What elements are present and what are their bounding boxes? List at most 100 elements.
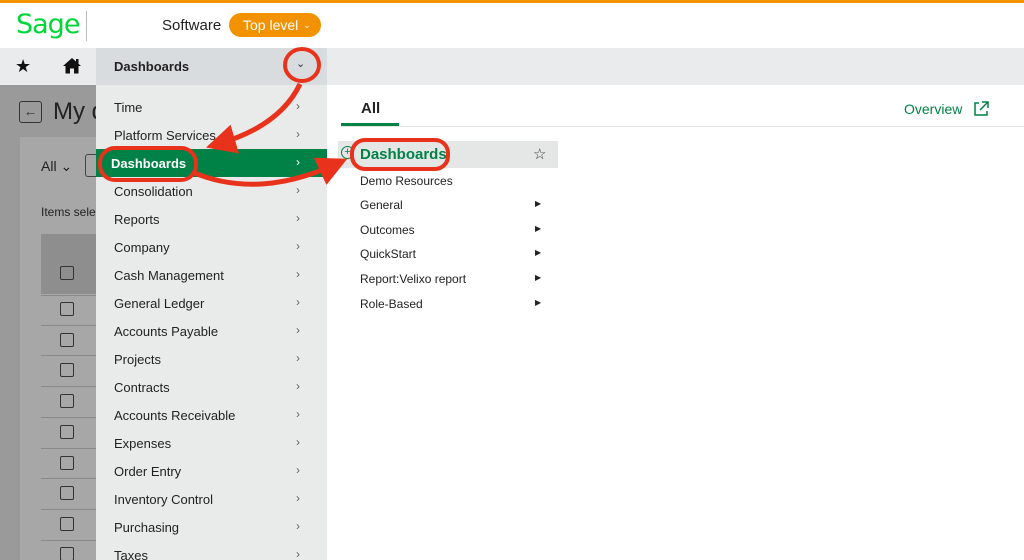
menu-item-accounts-receivable[interactable]: Accounts Receivable ›	[96, 401, 327, 429]
caret-right-icon: ▶	[535, 248, 542, 257]
chevron-right-icon: ›	[296, 127, 300, 141]
background-row-divider	[41, 417, 97, 418]
submenu-item-general[interactable]: General ▶	[360, 196, 555, 216]
menu-item-purchasing[interactable]: Purchasing ›	[96, 513, 327, 541]
back-arrow-icon: ←	[19, 101, 42, 123]
submenu-item-outcomes[interactable]: Outcomes ▶	[360, 221, 555, 241]
background-checkbox	[60, 547, 74, 560]
chevron-right-icon: ›	[296, 351, 300, 365]
menu-item-expenses[interactable]: Expenses ›	[96, 429, 327, 457]
caret-right-icon: ▶	[535, 298, 542, 307]
menu-item-label: Order Entry	[114, 464, 182, 479]
menu-item-label: Taxes	[114, 548, 148, 560]
sage-logo[interactable]: Sage	[16, 9, 80, 40]
chevron-right-icon: ›	[296, 99, 300, 113]
menu-item-label: Company	[114, 240, 170, 255]
menu-item-label: Accounts Receivable	[114, 408, 236, 423]
menu-item-consolidation[interactable]: Consolidation ›	[96, 177, 327, 205]
background-row-divider	[41, 478, 97, 479]
chevron-right-icon: ›	[296, 155, 300, 169]
menu-item-label: Dashboards	[111, 156, 187, 171]
star-outline-icon[interactable]: ☆	[533, 145, 546, 163]
caret-right-icon: ▶	[535, 224, 542, 233]
menu-item-inventory-control[interactable]: Inventory Control ›	[96, 485, 327, 513]
submenu-item-label: Report:Velixo report	[360, 272, 467, 286]
chevron-right-icon: ›	[296, 267, 300, 281]
chevron-right-icon: ›	[296, 435, 300, 449]
submenu-item-label: QuickStart	[360, 247, 417, 261]
chevron-right-icon: ›	[296, 323, 300, 337]
overview-link[interactable]: Overview	[904, 101, 962, 117]
menu-item-platform-services[interactable]: Platform Services ›	[96, 121, 327, 149]
chevron-right-icon: ›	[296, 519, 300, 533]
menu-item-label: Platform Services	[114, 128, 216, 143]
menu-item-label: Reports	[114, 212, 160, 227]
background-row-divider	[41, 355, 97, 356]
menu-item-label: Purchasing	[114, 520, 180, 535]
menu-item-contracts[interactable]: Contracts ›	[96, 373, 327, 401]
menu-item-label: Projects	[114, 352, 161, 367]
menu-item-company[interactable]: Company ›	[96, 233, 327, 261]
dashboards-menu-trigger[interactable]: Dashboards ⌄	[96, 48, 327, 85]
background-row-divider	[41, 386, 97, 387]
application-menu: Time › Platform Services › Dashboards › Con…	[96, 85, 327, 560]
submenu-item-role-based[interactable]: Role-Based ▶	[360, 295, 555, 315]
background-filter: All ⌄	[41, 158, 72, 175]
menu-item-label: General Ledger	[114, 296, 205, 311]
main-navbar: ★ Dashboards ⌄	[0, 48, 1024, 85]
background-filter-label: All	[41, 158, 57, 174]
menu-item-label: Expenses	[114, 436, 172, 451]
chevron-down-icon[interactable]: ⌄	[296, 57, 305, 70]
chevron-right-icon: ›	[296, 407, 300, 421]
background-row-divider	[41, 540, 97, 541]
menu-item-time[interactable]: Time ›	[96, 93, 327, 121]
menu-item-label: Time	[114, 100, 143, 115]
background-checkbox	[60, 456, 74, 470]
menu-item-taxes[interactable]: Taxes ›	[96, 541, 327, 560]
chevron-right-icon: ›	[296, 547, 300, 560]
tab-divider	[341, 126, 1024, 127]
submenu-heading-dashboards[interactable]: Dashboards	[360, 146, 447, 163]
menu-item-accounts-payable[interactable]: Accounts Payable ›	[96, 317, 327, 345]
submenu-item-report-velixo[interactable]: Report:Velixo report ▶	[360, 270, 555, 290]
background-checkbox	[60, 486, 74, 500]
chevron-right-icon: ›	[296, 379, 300, 393]
menu-item-cash-management[interactable]: Cash Management ›	[96, 261, 327, 289]
submenu-item-label: Outcomes	[360, 223, 415, 237]
chevron-down-icon: ⌄	[303, 20, 311, 30]
menu-item-label: Accounts Payable	[114, 324, 219, 339]
caret-right-icon: ▶	[535, 273, 542, 282]
caret-right-icon: ▶	[535, 199, 542, 208]
chevron-right-icon: ›	[296, 211, 300, 225]
chevron-down-icon: ⌄	[60, 158, 73, 174]
external-link-icon[interactable]	[972, 100, 990, 118]
entity-level-dropdown[interactable]: Top level ⌄	[229, 13, 321, 37]
menu-item-projects[interactable]: Projects ›	[96, 345, 327, 373]
tab-all[interactable]: All	[361, 100, 380, 117]
background-row-divider	[41, 295, 97, 296]
chevron-right-icon: ›	[296, 239, 300, 253]
star-icon[interactable]: ★	[15, 56, 31, 77]
submenu-item-quickstart[interactable]: QuickStart ▶	[360, 245, 555, 265]
background-checkbox	[60, 333, 74, 347]
menu-item-label: Inventory Control	[114, 492, 213, 507]
background-checkbox	[60, 302, 74, 316]
chevron-right-icon: ›	[296, 491, 300, 505]
company-name: Software	[162, 17, 222, 34]
background-table-header	[41, 234, 97, 294]
submenu-item-label: General	[360, 198, 403, 212]
submenu-item-label: Role-Based	[360, 297, 423, 311]
background-items-selected: Items sele	[41, 205, 96, 219]
menu-item-reports[interactable]: Reports ›	[96, 205, 327, 233]
plus-circle-icon[interactable]: +	[341, 146, 354, 159]
menu-item-order-entry[interactable]: Order Entry ›	[96, 457, 327, 485]
menu-item-dashboards[interactable]: Dashboards ›	[96, 149, 327, 177]
background-checkbox	[60, 266, 74, 280]
app-header: Sage Software Top level ⌄	[0, 3, 1024, 48]
background-checkbox	[60, 363, 74, 377]
header-divider	[86, 11, 87, 41]
home-icon[interactable]	[62, 56, 82, 76]
submenu-item-demo-resources[interactable]: Demo Resources	[360, 172, 555, 192]
submenu-item-label: Demo Resources	[360, 174, 453, 188]
menu-item-general-ledger[interactable]: General Ledger ›	[96, 289, 327, 317]
